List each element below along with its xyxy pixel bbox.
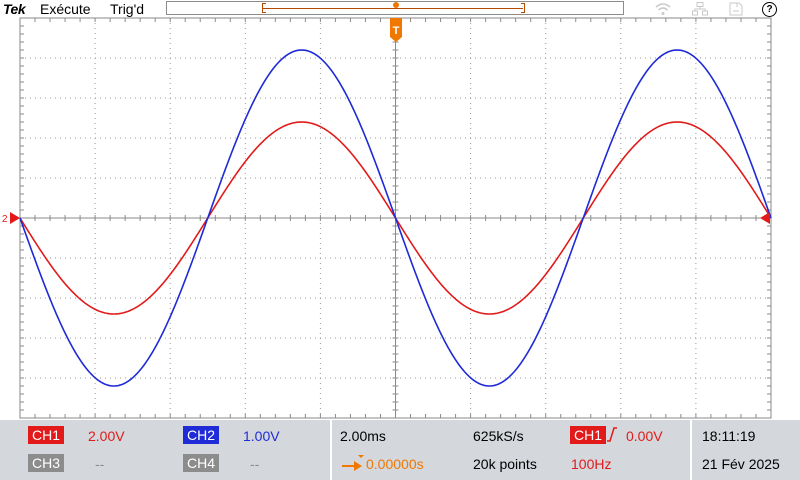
- status-panel: CH1 2.00V CH2 1.00V CH3 -- CH4 -- 2.00ms…: [0, 420, 800, 480]
- trigger-position-marker[interactable]: T: [390, 18, 402, 42]
- ch3-scale[interactable]: --: [95, 456, 104, 472]
- clock-date[interactable]: 21 Fév 2025: [702, 456, 780, 472]
- divider: [330, 420, 332, 480]
- ch1-scale[interactable]: 2.00V: [88, 428, 125, 444]
- ch2-scale[interactable]: 1.00V: [243, 428, 280, 444]
- ch2-ground-label: 2: [2, 214, 8, 225]
- rising-edge-icon: [606, 426, 618, 442]
- ch2-badge[interactable]: CH2: [183, 426, 220, 444]
- horizontal-position-icon: [340, 454, 366, 474]
- timebase-value[interactable]: 2.00ms: [340, 428, 386, 444]
- ch1-ground-marker[interactable]: [10, 212, 20, 224]
- trigger-marker-label: T: [393, 25, 400, 37]
- ch3-badge[interactable]: CH3: [28, 454, 65, 472]
- ch4-badge[interactable]: CH4: [183, 454, 220, 472]
- ch4-scale[interactable]: --: [250, 456, 259, 472]
- sample-rate[interactable]: 625kS/s: [473, 428, 524, 444]
- ch1-badge[interactable]: CH1: [28, 426, 65, 444]
- trigger-level[interactable]: 0.00V: [626, 428, 663, 444]
- divider: [690, 420, 692, 480]
- trigger-source-badge[interactable]: CH1: [570, 426, 607, 444]
- horizontal-position-value[interactable]: 0.00000s: [366, 456, 424, 472]
- clock-time[interactable]: 18:11:19: [702, 428, 755, 444]
- record-length[interactable]: 20k points: [473, 456, 537, 472]
- waveform-display[interactable]: T 2: [0, 0, 800, 420]
- trigger-frequency: 100Hz: [571, 456, 612, 472]
